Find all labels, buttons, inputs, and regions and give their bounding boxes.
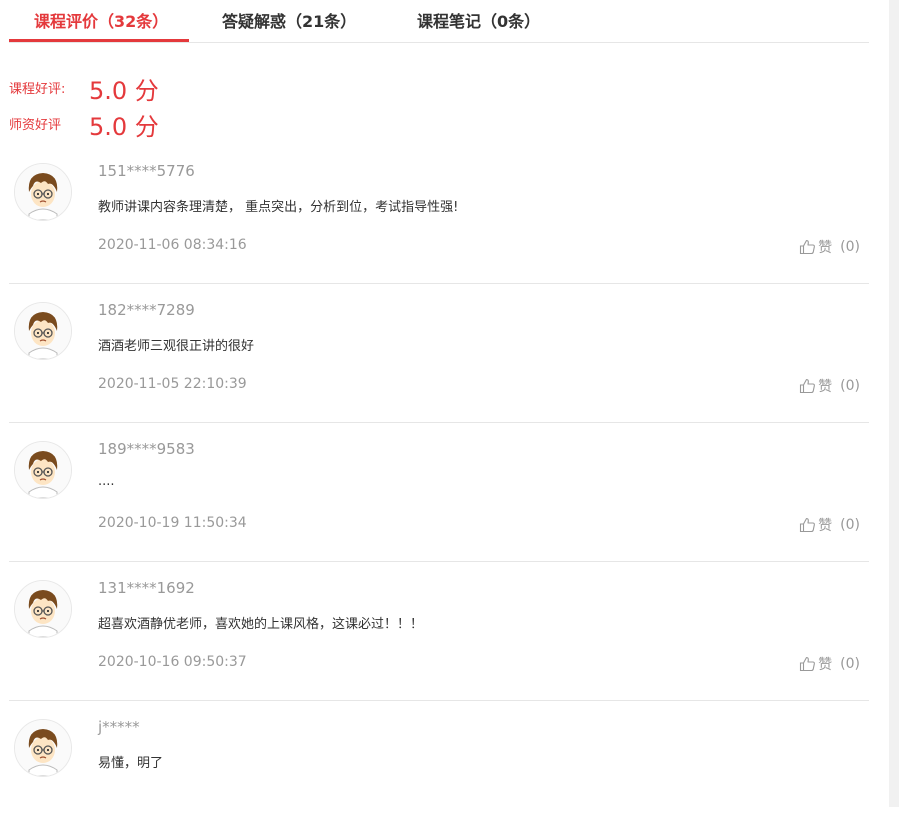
review-item: j***** 易懂，明了: [9, 701, 869, 839]
scrollbar[interactable]: [889, 0, 899, 807]
cartoon-boy-avatar-icon: [15, 720, 71, 776]
like-label: 赞: [818, 379, 833, 395]
avatar: [14, 580, 72, 638]
like-count: (0): [840, 239, 860, 255]
thumbs-up-icon: [800, 656, 816, 672]
review-comment: 易懂，明了: [98, 756, 164, 771]
thumbs-up-icon: [800, 517, 816, 533]
thumbs-up-icon: [800, 239, 816, 255]
review-item: 131****1692 超喜欢酒静优老师，喜欢她的上课风格，这课必过！！！ 2020…: [9, 562, 869, 701]
review-item: 182****7289 酒酒老师三观很正讲的很好 2020-11-05 22:10:…: [9, 284, 869, 423]
avatar: [14, 719, 72, 777]
review-item: 189****9583.... 2020-10-19 11:50:34 赞 (0): [9, 423, 869, 562]
cartoon-boy-avatar-icon: [15, 442, 71, 498]
tab-qa[interactable]: 答疑解惑（21条）: [222, 8, 356, 32]
like-button[interactable]: 赞 (0): [799, 376, 860, 396]
review-username: 131****1692: [98, 579, 195, 597]
like-label: 赞: [818, 518, 833, 534]
review-username: j*****: [98, 718, 140, 736]
like-button[interactable]: 赞 (0): [799, 515, 860, 535]
like-count: (0): [840, 517, 860, 533]
like-button[interactable]: 赞 (0): [799, 654, 860, 674]
review-comment: 酒酒老师三观很正讲的很好: [98, 339, 255, 354]
active-tab-indicator: [9, 39, 189, 42]
like-label: 赞: [818, 657, 833, 673]
cartoon-boy-avatar-icon: [15, 303, 71, 359]
cartoon-boy-avatar-icon: [15, 164, 71, 220]
teacher-rating-label: 师资好评: [9, 118, 62, 133]
review-time: 2020-10-19 11:50:34: [98, 515, 247, 531]
review-username: 189****9583: [98, 440, 195, 458]
tab-bar: 课程评价（32条） 答疑解惑（21条） 课程笔记（0条）: [9, 0, 869, 43]
tab-course-reviews[interactable]: 课程评价（32条）: [34, 8, 168, 32]
review-time: 2020-10-16 09:50:37: [98, 654, 247, 670]
review-time: 2020-11-06 08:34:16: [98, 237, 247, 253]
review-username: 151****5776: [98, 162, 195, 180]
review-time: 2020-11-05 22:10:39: [98, 376, 247, 392]
avatar: [14, 441, 72, 499]
review-comment: ....: [98, 474, 115, 489]
review-item: 151****5776 教师讲课内容条理清楚， 重点突出，分析到位，考试指导性强!…: [9, 145, 869, 284]
tab-course-notes[interactable]: 课程笔记（0条）: [417, 8, 540, 32]
review-comment: 教师讲课内容条理清楚， 重点突出，分析到位，考试指导性强!: [98, 200, 459, 215]
like-button[interactable]: 赞 (0): [799, 237, 860, 257]
review-comment: 超喜欢酒静优老师，喜欢她的上课风格，这课必过！！！: [98, 617, 424, 632]
course-review-panel: 课程评价（32条） 答疑解惑（21条） 课程笔记（0条） 课程好评: 5.0 分…: [9, 0, 869, 777]
like-count: (0): [840, 656, 860, 672]
course-rating-label: 课程好评:: [9, 82, 66, 97]
teacher-rating-value: 5.0 分: [89, 113, 159, 141]
cartoon-boy-avatar-icon: [15, 581, 71, 637]
like-label: 赞: [818, 240, 833, 256]
like-count: (0): [840, 378, 860, 394]
review-username: 182****7289: [98, 301, 195, 319]
course-rating-value: 5.0 分: [89, 77, 159, 105]
avatar: [14, 302, 72, 360]
thumbs-up-icon: [800, 378, 816, 394]
avatar: [14, 163, 72, 221]
